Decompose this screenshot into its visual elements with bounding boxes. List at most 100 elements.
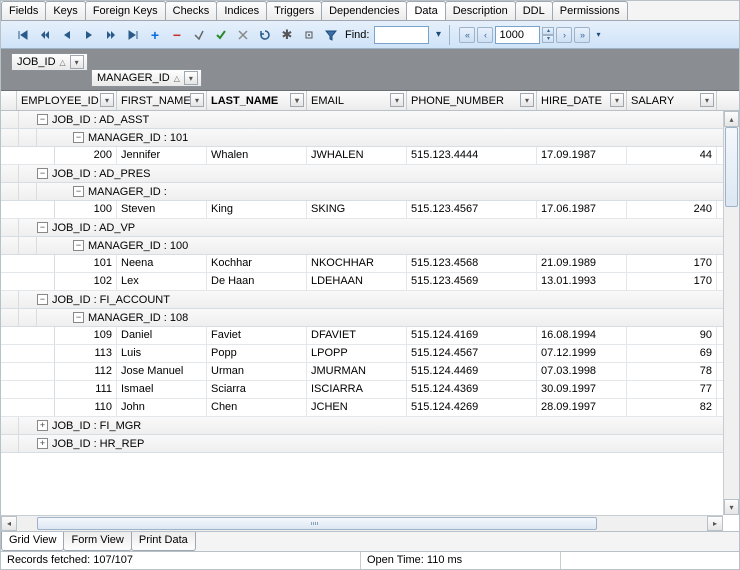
nav-prev-button[interactable] (57, 25, 77, 45)
cell-employee_id[interactable]: 111 (55, 381, 117, 398)
cell-salary[interactable]: 170 (627, 255, 717, 272)
cell-first_name[interactable]: Ismael (117, 381, 207, 398)
tab-fields[interactable]: Fields (1, 1, 46, 20)
cell-salary[interactable]: 90 (627, 327, 717, 344)
table-row[interactable]: 113LuisPoppLPOPP515.124.456707.12.199969 (1, 345, 723, 363)
group-row[interactable]: −MANAGER_ID : (1, 183, 723, 201)
table-row[interactable]: 100StevenKingSKING515.123.456717.06.1987… (1, 201, 723, 219)
tab-permissions[interactable]: Permissions (552, 1, 628, 20)
scroll-down-icon[interactable]: ▾ (724, 499, 739, 515)
cell-email[interactable]: JCHEN (307, 399, 407, 416)
cell-hire_date[interactable]: 30.09.1997 (537, 381, 627, 398)
chevron-down-icon[interactable]: ▾ (700, 93, 714, 107)
cell-employee_id[interactable]: 200 (55, 147, 117, 164)
cell-phone_number[interactable]: 515.124.4369 (407, 381, 537, 398)
page-next-button[interactable]: › (556, 27, 572, 43)
tab-description[interactable]: Description (445, 1, 516, 20)
cell-salary[interactable]: 170 (627, 273, 717, 290)
cell-last_name[interactable]: Faviet (207, 327, 307, 344)
expand-icon[interactable]: + (37, 420, 48, 431)
column-header-phone_number[interactable]: PHONE_NUMBER▾ (407, 91, 537, 110)
page-size-input[interactable] (495, 26, 540, 44)
cell-last_name[interactable]: Chen (207, 399, 307, 416)
cell-employee_id[interactable]: 110 (55, 399, 117, 416)
collapse-icon[interactable]: − (73, 312, 84, 323)
cell-hire_date[interactable]: 07.03.1998 (537, 363, 627, 380)
column-header-salary[interactable]: SALARY▾ (627, 91, 717, 110)
cell-last_name[interactable]: Kochhar (207, 255, 307, 272)
vertical-scrollbar[interactable]: ▴ ▾ (723, 111, 739, 515)
group-row[interactable]: +JOB_ID : FI_MGR (1, 417, 723, 435)
view-tab-print-data[interactable]: Print Data (131, 532, 196, 551)
cell-phone_number[interactable]: 515.124.4469 (407, 363, 537, 380)
cell-email[interactable]: LPOPP (307, 345, 407, 362)
config-button[interactable] (299, 25, 319, 45)
tab-data[interactable]: Data (406, 1, 445, 20)
cell-first_name[interactable]: Luis (117, 345, 207, 362)
cell-hire_date[interactable]: 07.12.1999 (537, 345, 627, 362)
tab-triggers[interactable]: Triggers (266, 1, 322, 20)
chevron-down-icon[interactable]: ▾ (70, 55, 84, 69)
group-row[interactable]: −JOB_ID : AD_PRES (1, 165, 723, 183)
cell-hire_date[interactable]: 28.09.1997 (537, 399, 627, 416)
cell-phone_number[interactable]: 515.124.4567 (407, 345, 537, 362)
cell-email[interactable]: DFAVIET (307, 327, 407, 344)
cell-salary[interactable]: 44 (627, 147, 717, 164)
group-chip-job-id[interactable]: JOB_ID △ ▾ (11, 53, 88, 71)
cell-phone_number[interactable]: 515.123.4568 (407, 255, 537, 272)
scroll-up-icon[interactable]: ▴ (724, 111, 739, 127)
group-row[interactable]: +JOB_ID : HR_REP (1, 435, 723, 453)
column-header-email[interactable]: EMAIL▾ (307, 91, 407, 110)
find-dropdown[interactable]: ▾ (431, 25, 445, 45)
group-row[interactable]: −JOB_ID : FI_ACCOUNT (1, 291, 723, 309)
view-tab-grid-view[interactable]: Grid View (1, 532, 64, 551)
cell-last_name[interactable]: King (207, 201, 307, 218)
chevron-down-icon[interactable]: ▾ (610, 93, 624, 107)
chevron-down-icon[interactable]: ▾ (184, 71, 198, 85)
cell-employee_id[interactable]: 102 (55, 273, 117, 290)
page-prev-button[interactable]: ‹ (477, 27, 493, 43)
cell-phone_number[interactable]: 515.123.4567 (407, 201, 537, 218)
cell-first_name[interactable]: Daniel (117, 327, 207, 344)
cell-employee_id[interactable]: 112 (55, 363, 117, 380)
horizontal-scrollbar[interactable]: ◂ ▸ (1, 515, 723, 531)
cell-salary[interactable]: 240 (627, 201, 717, 218)
cell-email[interactable]: JMURMAN (307, 363, 407, 380)
nav-last-button[interactable] (123, 25, 143, 45)
column-header-last_name[interactable]: LAST_NAME▾ (207, 91, 307, 110)
table-row[interactable]: 101NeenaKochharNKOCHHAR515.123.456821.09… (1, 255, 723, 273)
tab-dependencies[interactable]: Dependencies (321, 1, 407, 20)
group-chip-manager-id[interactable]: MANAGER_ID △ ▾ (91, 69, 202, 87)
cell-last_name[interactable]: Urman (207, 363, 307, 380)
delete-row-button[interactable]: − (167, 25, 187, 45)
cell-hire_date[interactable]: 21.09.1989 (537, 255, 627, 272)
collapse-icon[interactable]: − (73, 240, 84, 251)
bookmark-button[interactable]: ✱ (277, 25, 297, 45)
collapse-icon[interactable]: − (73, 186, 84, 197)
collapse-icon[interactable]: − (37, 114, 48, 125)
cell-salary[interactable]: 69 (627, 345, 717, 362)
chevron-down-icon[interactable]: ▾ (100, 93, 114, 107)
chevron-down-icon[interactable]: ▾ (390, 93, 404, 107)
collapse-icon[interactable]: − (73, 132, 84, 143)
table-row[interactable]: 200JenniferWhalenJWHALEN515.123.444417.0… (1, 147, 723, 165)
table-row[interactable]: 111IsmaelSciarraISCIARRA515.124.436930.0… (1, 381, 723, 399)
cell-hire_date[interactable]: 17.09.1987 (537, 147, 627, 164)
cell-first_name[interactable]: Neena (117, 255, 207, 272)
cell-first_name[interactable]: Steven (117, 201, 207, 218)
nav-next-page-button[interactable] (101, 25, 121, 45)
cell-last_name[interactable]: Whalen (207, 147, 307, 164)
cell-email[interactable]: NKOCHHAR (307, 255, 407, 272)
row-selector-header[interactable] (1, 91, 17, 110)
cell-last_name[interactable]: Popp (207, 345, 307, 362)
cell-last_name[interactable]: Sciarra (207, 381, 307, 398)
chevron-down-icon[interactable]: ▾ (190, 93, 204, 107)
tab-foreign-keys[interactable]: Foreign Keys (85, 1, 166, 20)
page-last-button[interactable]: » (574, 27, 590, 43)
edit-row-button[interactable] (189, 25, 209, 45)
scroll-thumb[interactable] (725, 127, 738, 207)
scroll-left-icon[interactable]: ◂ (1, 516, 17, 531)
cell-salary[interactable]: 77 (627, 381, 717, 398)
cell-first_name[interactable]: John (117, 399, 207, 416)
filter-button[interactable] (321, 25, 341, 45)
